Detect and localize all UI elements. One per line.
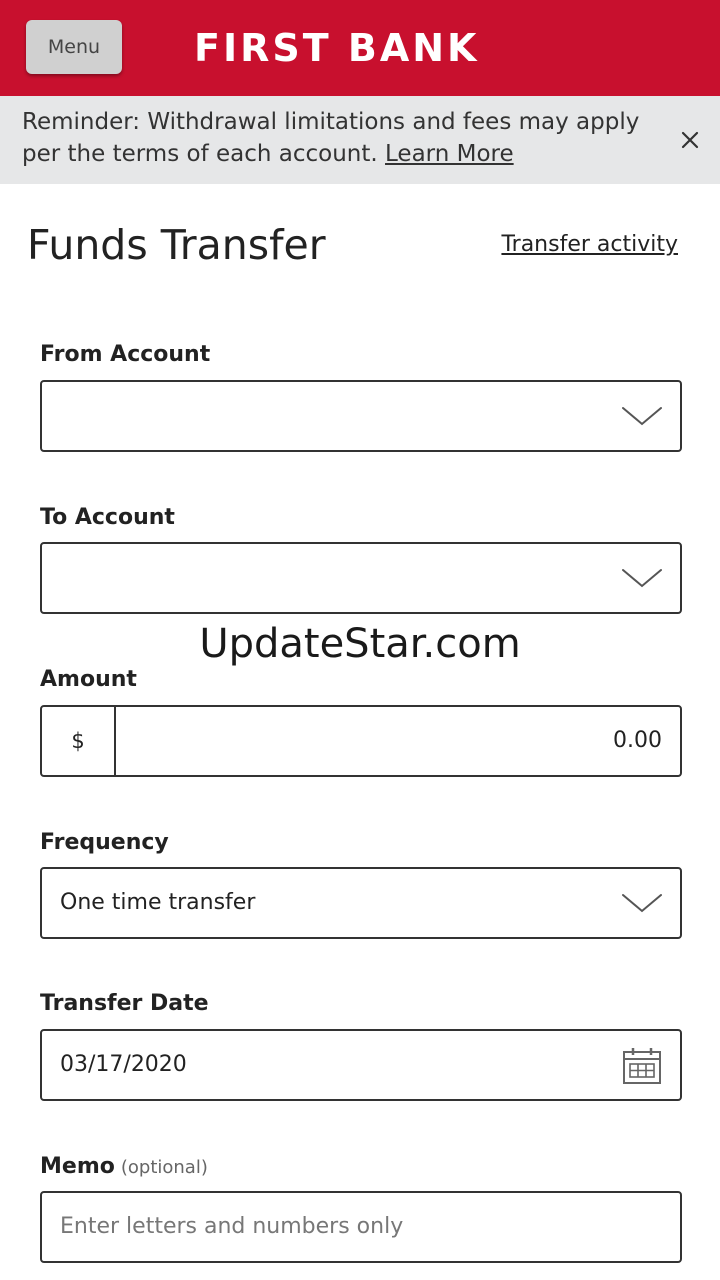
reminder-message: Reminder: Withdrawal limitations and fee…: [22, 109, 640, 167]
from-account-select[interactable]: [40, 380, 682, 452]
menu-button[interactable]: Menu: [26, 20, 122, 74]
calendar-icon[interactable]: [622, 1047, 662, 1085]
page-title: Funds Transfer: [27, 221, 326, 269]
amount-label: Amount: [40, 667, 137, 692]
transfer-date-value: 03/17/2020: [60, 1052, 187, 1077]
to-account-label: To Account: [40, 505, 175, 530]
app-header: Menu FIRST BANK: [0, 0, 720, 96]
amount-input[interactable]: $ 0.00: [40, 705, 682, 777]
to-account-select[interactable]: [40, 542, 682, 614]
chevron-down-icon: [622, 894, 662, 913]
transfer-date-label: Transfer Date: [40, 991, 209, 1016]
close-icon[interactable]: [674, 124, 706, 156]
memo-optional-hint: (optional): [120, 1157, 208, 1178]
memo-label-text: Memo: [40, 1154, 115, 1179]
chevron-down-icon: [622, 569, 662, 588]
chevron-down-icon: [622, 407, 662, 426]
frequency-value: One time transfer: [60, 890, 256, 915]
memo-label: Memo (optional): [40, 1152, 208, 1183]
learn-more-link[interactable]: Learn More: [385, 141, 514, 167]
brand-logo: FIRST BANK: [194, 26, 480, 70]
amount-value: 0.00: [613, 728, 662, 753]
frequency-label: Frequency: [40, 830, 169, 855]
reminder-text: Reminder: Withdrawal limitations and fee…: [22, 106, 662, 170]
frequency-select[interactable]: One time transfer: [40, 867, 682, 939]
transfer-activity-link[interactable]: Transfer activity: [501, 228, 678, 262]
from-account-label: From Account: [40, 342, 211, 367]
transfer-date-input[interactable]: 03/17/2020: [40, 1029, 682, 1101]
memo-input[interactable]: Enter letters and numbers only: [40, 1191, 682, 1263]
currency-symbol: $: [42, 707, 116, 775]
watermark: UpdateStar.com: [199, 621, 521, 667]
memo-placeholder: Enter letters and numbers only: [60, 1214, 404, 1239]
